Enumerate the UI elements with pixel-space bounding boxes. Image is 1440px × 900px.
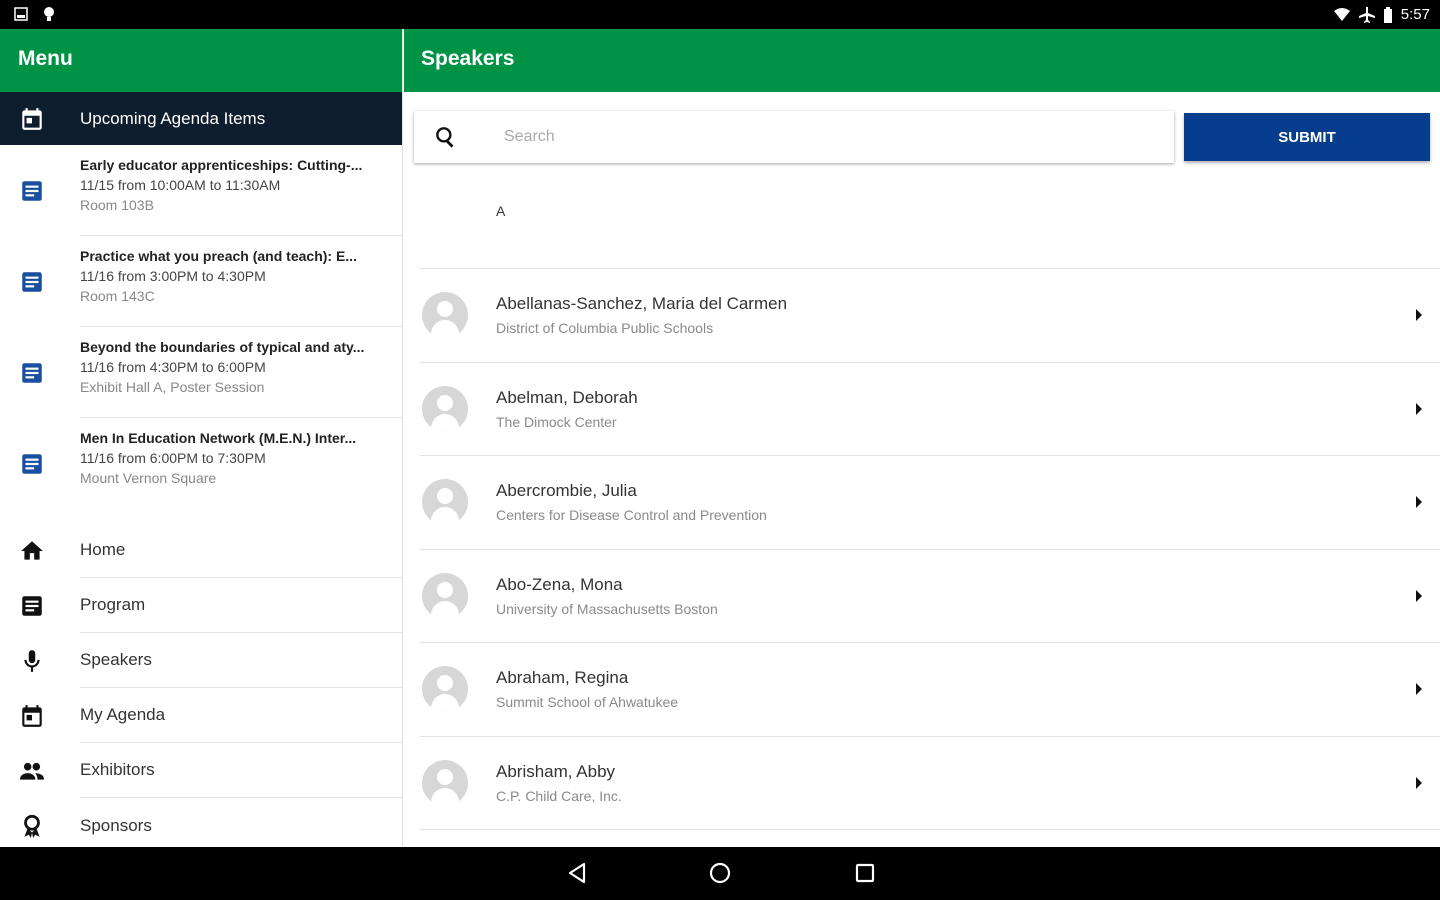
page-title: Speakers bbox=[404, 29, 1440, 92]
agenda-item[interactable]: Men In Education Network (M.E.N.) Inter.… bbox=[0, 418, 402, 509]
agenda-room: Mount Vernon Square bbox=[80, 470, 217, 486]
list-item[interactable]: Abellanas-Sanchez, Maria del Carmen Dist… bbox=[420, 269, 1440, 363]
list-item[interactable]: Abrisham, Abby C.P. Child Care, Inc. bbox=[420, 737, 1440, 830]
agenda-item[interactable]: Early educator apprenticeships: Cutting-… bbox=[0, 145, 402, 236]
chevron-right-icon bbox=[1416, 776, 1422, 789]
document-icon bbox=[0, 269, 80, 295]
speaker-name: Abraham, Regina bbox=[496, 668, 629, 688]
avatar bbox=[422, 292, 468, 339]
gallery-icon bbox=[14, 7, 28, 21]
nav-label: Speakers bbox=[80, 633, 402, 688]
nav-item-speakers[interactable]: Speakers bbox=[0, 633, 402, 688]
home-button-icon[interactable] bbox=[708, 861, 732, 885]
agenda-title: Beyond the boundaries of typical and aty… bbox=[80, 339, 365, 355]
avatar bbox=[422, 479, 468, 526]
calendar-icon bbox=[0, 106, 80, 132]
agenda-room: Exhibit Hall A, Poster Session bbox=[80, 379, 265, 395]
chevron-right-icon bbox=[1416, 683, 1422, 695]
upcoming-agenda-label: Upcoming Agenda Items bbox=[80, 108, 266, 128]
nav-item-my-agenda[interactable]: My Agenda bbox=[0, 688, 402, 743]
agenda-title: Early educator apprenticeships: Cutting-… bbox=[80, 157, 363, 173]
speaker-name: Abo-Zena, Mona bbox=[496, 574, 623, 594]
microphone-icon bbox=[0, 648, 80, 674]
avatar bbox=[422, 385, 468, 432]
wifi-icon bbox=[1333, 7, 1350, 21]
status-bar: 5:57 bbox=[0, 0, 1440, 29]
sidebar-menu: Menu Upcoming Agenda Items Early educato… bbox=[0, 29, 403, 847]
battery-icon bbox=[1383, 6, 1392, 23]
nav-label: Sponsors bbox=[80, 815, 152, 835]
people-icon bbox=[0, 758, 80, 784]
agenda-time: 11/16 from 6:00PM to 7:30PM bbox=[80, 450, 266, 466]
document-icon bbox=[0, 360, 80, 386]
program-icon bbox=[0, 593, 80, 619]
speaker-name: Abrisham, Abby bbox=[496, 761, 616, 781]
back-icon[interactable] bbox=[565, 861, 589, 885]
document-icon bbox=[0, 178, 80, 204]
speaker-name: Abellanas-Sanchez, Maria del Carmen bbox=[496, 294, 788, 314]
sidebar-title: Menu bbox=[0, 29, 402, 92]
list-item[interactable]: Abercrombie, Julia Centers for Disease C… bbox=[420, 456, 1440, 550]
agenda-time: 11/16 from 4:30PM to 6:00PM bbox=[80, 359, 266, 375]
notification-icon bbox=[44, 7, 54, 21]
nav-label: Home bbox=[80, 523, 402, 578]
agenda-time: 11/16 from 3:00PM to 4:30PM bbox=[80, 268, 266, 284]
search-box bbox=[414, 111, 1174, 163]
chevron-right-icon bbox=[1416, 402, 1422, 415]
submit-button[interactable]: SUBMIT bbox=[1184, 113, 1430, 161]
speaker-list: Abellanas-Sanchez, Maria del Carmen Dist… bbox=[420, 268, 1440, 830]
nav-item-exhibitors[interactable]: Exhibitors bbox=[0, 743, 402, 798]
calendar-icon bbox=[0, 703, 80, 729]
nav-item-program[interactable]: Program bbox=[0, 578, 402, 633]
list-item[interactable]: Abraham, Regina Summit School of Ahwatuk… bbox=[420, 643, 1440, 737]
speakers-panel: Speakers SUBMIT A Abellanas-Sanchez, Mar… bbox=[404, 29, 1440, 847]
chevron-right-icon bbox=[1416, 589, 1422, 602]
speaker-organization: C.P. Child Care, Inc. bbox=[496, 787, 622, 804]
recents-icon[interactable] bbox=[853, 861, 877, 885]
avatar bbox=[422, 759, 468, 806]
speaker-organization: Summit School of Ahwatukee bbox=[496, 694, 679, 711]
agenda-room: Room 143C bbox=[80, 288, 155, 304]
avatar bbox=[422, 666, 468, 713]
speaker-name: Abercrombie, Julia bbox=[496, 481, 637, 501]
agenda-item[interactable]: Beyond the boundaries of typical and aty… bbox=[0, 327, 402, 418]
nav-item-sponsors[interactable]: Sponsors bbox=[0, 798, 402, 847]
nav-label: Exhibitors bbox=[80, 743, 402, 798]
clock: 5:57 bbox=[1400, 6, 1430, 23]
nav-item-home[interactable]: Home bbox=[0, 523, 402, 578]
speaker-organization: Centers for Disease Control and Preventi… bbox=[496, 507, 767, 524]
agenda-item[interactable]: Practice what you preach (and teach): E.… bbox=[0, 236, 402, 327]
speaker-organization: University of Massachusetts Boston bbox=[496, 600, 718, 617]
avatar bbox=[422, 572, 468, 619]
list-item[interactable]: Abo-Zena, Mona University of Massachuset… bbox=[420, 550, 1440, 643]
speaker-organization: The Dimock Center bbox=[496, 413, 617, 430]
agenda-title: Men In Education Network (M.E.N.) Inter.… bbox=[80, 430, 357, 446]
search-icon[interactable] bbox=[414, 124, 478, 150]
upcoming-agenda-header[interactable]: Upcoming Agenda Items bbox=[0, 92, 402, 145]
airplane-icon bbox=[1358, 6, 1375, 23]
system-navigation-bar bbox=[0, 847, 1440, 900]
search-bar: SUBMIT bbox=[414, 111, 1434, 163]
search-input[interactable] bbox=[504, 128, 1104, 146]
nav-label: My Agenda bbox=[80, 688, 402, 743]
document-icon bbox=[0, 451, 80, 477]
agenda-room: Room 103B bbox=[80, 197, 154, 213]
speaker-name: Abelman, Deborah bbox=[496, 387, 638, 407]
home-icon bbox=[0, 538, 80, 564]
section-letter: A bbox=[496, 203, 506, 219]
ribbon-icon bbox=[0, 813, 80, 839]
chevron-right-icon bbox=[1416, 496, 1422, 508]
list-item[interactable]: Abelman, Deborah The Dimock Center bbox=[420, 363, 1440, 456]
nav-label: Program bbox=[80, 578, 402, 633]
chevron-right-icon bbox=[1416, 309, 1422, 321]
agenda-time: 11/15 from 10:00AM to 11:30AM bbox=[80, 177, 281, 193]
agenda-title: Practice what you preach (and teach): E.… bbox=[80, 248, 357, 264]
speaker-organization: District of Columbia Public Schools bbox=[496, 320, 714, 337]
